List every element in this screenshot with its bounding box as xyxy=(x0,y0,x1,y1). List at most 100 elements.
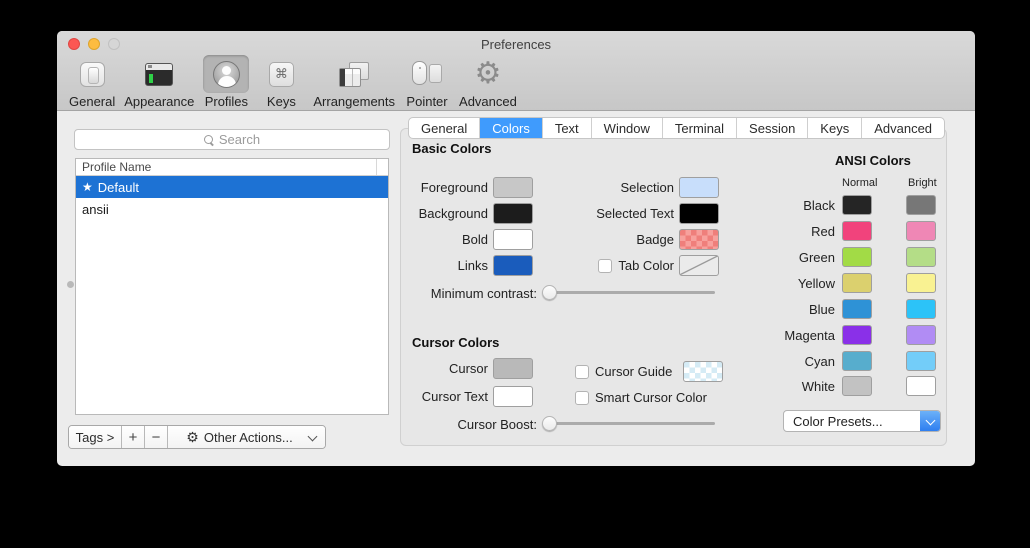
bold-row: Bold xyxy=(412,229,533,250)
ansi-row-blue: Blue xyxy=(737,299,936,319)
ansi-row-red: Red xyxy=(737,221,936,241)
cursor-text-row: Cursor Text xyxy=(412,386,533,407)
ansi-green-bright-well[interactable] xyxy=(906,247,936,267)
dropdown-button[interactable] xyxy=(920,411,940,431)
tab-session[interactable]: Session xyxy=(737,118,808,138)
profile-row-default[interactable]: ★ Default xyxy=(76,176,388,198)
ansi-col-bright: Bright xyxy=(908,177,937,189)
tab-color-well[interactable] xyxy=(679,255,719,276)
toolbar-item-arrangements[interactable]: Arrangements xyxy=(313,55,395,109)
cursor-colors-heading: Cursor Colors xyxy=(412,335,499,350)
ansi-yellow-normal-well[interactable] xyxy=(842,273,872,293)
toolbar-item-appearance[interactable]: Appearance xyxy=(124,55,194,109)
ansi-row-white: White xyxy=(737,376,936,396)
badge-color-well[interactable] xyxy=(679,229,719,250)
selection-row: Selection xyxy=(557,177,719,198)
toolbar-item-profiles[interactable]: Profiles xyxy=(203,55,249,109)
appearance-icon xyxy=(145,63,173,86)
ansi-blue-normal-well[interactable] xyxy=(842,299,872,319)
ansi-colors-heading: ANSI Colors xyxy=(835,153,911,168)
toolbar-label: General xyxy=(69,94,115,109)
profiles-icon xyxy=(213,61,240,88)
ansi-blue-bright-well[interactable] xyxy=(906,299,936,319)
close-button[interactable] xyxy=(68,38,80,50)
advanced-gear-icon: ⚙ xyxy=(474,59,501,89)
background-color-well[interactable] xyxy=(493,203,533,224)
profile-list: Profile Name ★ Default ansii xyxy=(75,158,389,415)
minimize-button[interactable] xyxy=(88,38,100,50)
bold-color-well[interactable] xyxy=(493,229,533,250)
cursor-boost-row: Cursor Boost: xyxy=(412,417,537,432)
ansi-row-yellow: Yellow xyxy=(737,273,936,293)
window-title: Preferences xyxy=(57,37,975,52)
preferences-window: Preferences General Appearance Profiles xyxy=(57,31,975,466)
splitter-handle[interactable] xyxy=(67,281,74,288)
toolbar-item-pointer[interactable]: Pointer xyxy=(404,55,450,109)
ansi-green-normal-well[interactable] xyxy=(842,247,872,267)
tab-keys[interactable]: Keys xyxy=(808,118,862,138)
ansi-black-bright-well[interactable] xyxy=(906,195,936,215)
gear-icon: ⚙ xyxy=(186,429,199,446)
toolbar-item-general[interactable]: General xyxy=(69,55,115,109)
smart-cursor-row: Smart Cursor Color xyxy=(575,390,707,405)
pointer-icon xyxy=(412,61,442,87)
ansi-col-normal: Normal xyxy=(842,177,877,189)
toolbar-item-advanced[interactable]: ⚙ Advanced xyxy=(459,55,517,109)
tab-text[interactable]: Text xyxy=(543,118,592,138)
background-row: Background xyxy=(412,203,533,224)
toolbar-label: Profiles xyxy=(205,94,248,109)
search-input[interactable]: Search xyxy=(74,129,390,150)
zoom-button[interactable] xyxy=(108,38,120,50)
selection-color-well[interactable] xyxy=(679,177,719,198)
add-profile-button[interactable]: + xyxy=(122,426,145,448)
foreground-color-well[interactable] xyxy=(493,177,533,198)
tab-color-checkbox[interactable] xyxy=(598,259,612,273)
tags-button[interactable]: Tags > xyxy=(69,426,122,448)
foreground-row: Foreground xyxy=(412,177,533,198)
cursor-row: Cursor xyxy=(412,358,533,379)
cursor-text-color-well[interactable] xyxy=(493,386,533,407)
cursor-boost-slider[interactable] xyxy=(543,416,715,431)
color-presets-dropdown[interactable]: Color Presets... xyxy=(783,410,941,432)
cursor-color-well[interactable] xyxy=(493,358,533,379)
smart-cursor-checkbox[interactable] xyxy=(575,391,589,405)
ansi-row-magenta: Magenta xyxy=(737,325,936,345)
cursor-guide-color-well[interactable] xyxy=(683,361,723,382)
profile-row-ansii[interactable]: ansii xyxy=(76,198,388,220)
ansi-row-black: Black xyxy=(737,195,936,215)
cursor-guide-checkbox[interactable] xyxy=(575,365,589,379)
ansi-white-normal-well[interactable] xyxy=(842,376,872,396)
toolbar-item-keys[interactable]: ⌘ Keys xyxy=(258,55,304,109)
search-icon xyxy=(204,135,214,145)
ansi-white-bright-well[interactable] xyxy=(906,376,936,396)
toolbar-label: Arrangements xyxy=(313,94,395,109)
preferences-toolbar: General Appearance Profiles ⌘ Keys xyxy=(69,55,517,109)
tab-window[interactable]: Window xyxy=(592,118,663,138)
minimum-contrast-slider[interactable] xyxy=(543,285,715,300)
remove-profile-button[interactable]: − xyxy=(145,426,168,448)
profile-name: ansii xyxy=(82,202,109,217)
badge-row: Badge xyxy=(557,229,719,250)
tab-terminal[interactable]: Terminal xyxy=(663,118,737,138)
ansi-red-normal-well[interactable] xyxy=(842,221,872,241)
ansi-cyan-normal-well[interactable] xyxy=(842,351,872,371)
tab-advanced[interactable]: Advanced xyxy=(862,118,944,138)
ansi-yellow-bright-well[interactable] xyxy=(906,273,936,293)
traffic-lights xyxy=(68,38,120,50)
ansi-red-bright-well[interactable] xyxy=(906,221,936,241)
slider-knob[interactable] xyxy=(542,285,557,300)
selected-text-color-well[interactable] xyxy=(679,203,719,224)
other-actions-dropdown[interactable]: ⚙ Other Actions... xyxy=(168,426,325,448)
profile-list-header[interactable]: Profile Name xyxy=(76,159,388,176)
links-color-well[interactable] xyxy=(493,255,533,276)
general-icon xyxy=(80,62,105,87)
chevron-down-icon xyxy=(925,415,935,425)
toolbar-label: Advanced xyxy=(459,94,517,109)
tab-colors[interactable]: Colors xyxy=(480,118,543,138)
slider-knob[interactable] xyxy=(542,416,557,431)
ansi-magenta-normal-well[interactable] xyxy=(842,325,872,345)
ansi-cyan-bright-well[interactable] xyxy=(906,351,936,371)
ansi-black-normal-well[interactable] xyxy=(842,195,872,215)
ansi-magenta-bright-well[interactable] xyxy=(906,325,936,345)
tab-general[interactable]: General xyxy=(409,118,480,138)
